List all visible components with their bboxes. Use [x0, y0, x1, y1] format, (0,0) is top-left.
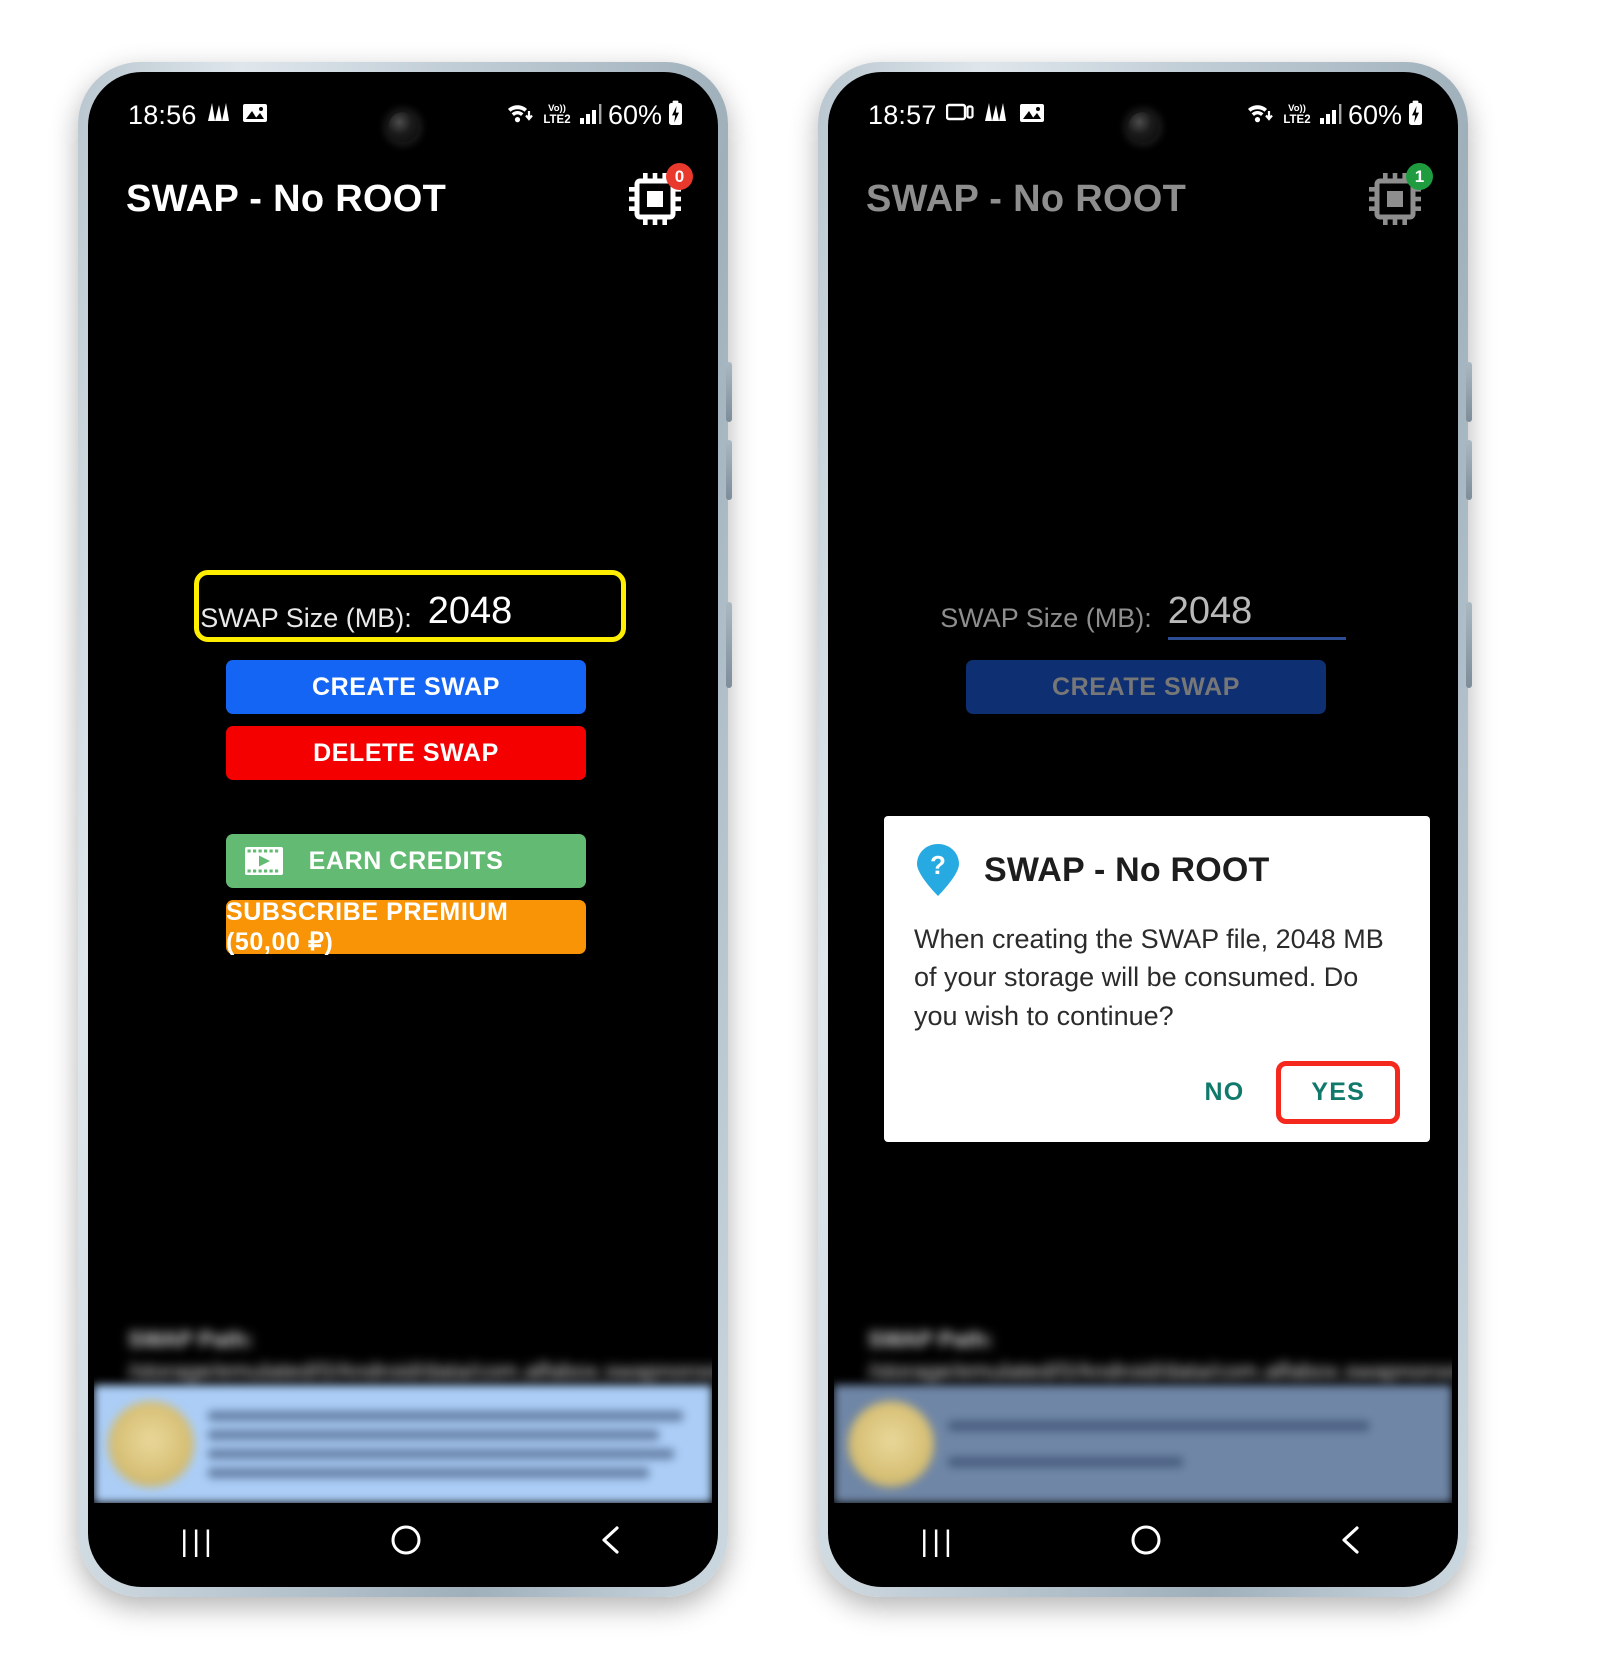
subscribe-premium-label: SUBSCRIBE PREMIUM (50,00 ₽)	[226, 897, 509, 956]
system-nav-bar: |||	[834, 1503, 1452, 1581]
swap-size-input[interactable]: 2048	[1167, 590, 1346, 640]
battery-percent: 60%	[1347, 99, 1402, 130]
dialog-message: When creating the SWAP file, 2048 MB of …	[914, 924, 1384, 1031]
svg-text:Vo)): Vo))	[1288, 103, 1306, 114]
create-swap-button[interactable]: CREATE SWAP	[226, 660, 586, 714]
wifi-icon	[505, 101, 535, 130]
status-bar: 18:56 Vo)) LTE2 60%	[94, 78, 712, 152]
cpu-status-button[interactable]: 1	[1364, 163, 1433, 230]
battery-charging-icon	[667, 100, 684, 131]
dialog-yes-button[interactable]: YES	[1303, 1074, 1373, 1111]
volume-up-button[interactable]	[726, 362, 732, 422]
cpu-badge-count: 1	[1406, 163, 1433, 190]
power-button[interactable]	[726, 602, 732, 688]
swap-path-value: /storage/emulated/0/Android/data/com.alf…	[128, 1358, 712, 1384]
phone-bezel: 18:57 Vo)) LTE2 60% SWAP - No ROOT 1 SWA…	[828, 72, 1458, 1587]
screenshot-stage: 18:56 Vo)) LTE2 60% SWAP - No ROOT 0 SWA…	[0, 0, 1600, 1659]
phone-right: 18:57 Vo)) LTE2 60% SWAP - No ROOT 1 SWA…	[818, 62, 1472, 1597]
dialog-title: SWAP - No ROOT	[984, 850, 1270, 889]
status-bar-right: Vo)) LTE2 60%	[505, 100, 684, 131]
volume-down-button[interactable]	[726, 440, 732, 500]
dialog-header: ? SWAP - No ROOT	[914, 842, 1400, 898]
swap-size-row: SWAP Size (MB): 2048	[834, 590, 1452, 640]
music-waveform-icon	[206, 101, 233, 130]
main-content: SWAP Size (MB): 2048 CREATE SWAP ? SWAP …	[834, 242, 1452, 1581]
image-icon	[242, 102, 268, 129]
swap-path-info: SWAP Path: /storage/emulated/0/Android/d…	[868, 1327, 1452, 1385]
nav-recents-button[interactable]: |||	[920, 1525, 955, 1559]
swap-size-label: SWAP Size (MB):	[940, 603, 1152, 633]
earn-credits-button[interactable]: EARN CREDITS	[226, 834, 586, 888]
create-swap-label: CREATE SWAP	[311, 672, 501, 701]
phone-bezel: 18:56 Vo)) LTE2 60% SWAP - No ROOT 0 SWA…	[88, 72, 718, 1587]
image-icon	[1019, 102, 1045, 129]
ad-logo-icon	[108, 1401, 194, 1487]
system-nav-bar: |||	[94, 1503, 712, 1581]
dialog-no-button[interactable]: NO	[1184, 1066, 1264, 1119]
cpu-badge-count: 0	[666, 163, 693, 190]
nav-back-button[interactable]	[1336, 1523, 1366, 1562]
main-content: SWAP Size (MB): 2048 CREATE SWAP DELETE …	[94, 242, 712, 1581]
signal-bars-icon	[579, 101, 603, 130]
create-swap-label: CREATE SWAP	[1051, 672, 1241, 701]
earn-credits-label: EARN CREDITS	[308, 846, 504, 875]
svg-text:Vo)): Vo))	[548, 103, 566, 114]
subscribe-premium-button[interactable]: SUBSCRIBE PREMIUM (50,00 ₽)	[226, 897, 586, 956]
wifi-icon	[1245, 101, 1275, 130]
status-time: 18:57	[868, 99, 937, 130]
nav-back-button[interactable]	[596, 1523, 626, 1562]
swap-path-label: SWAP Path:	[868, 1327, 994, 1352]
cpu-status-button[interactable]: 0	[624, 163, 693, 230]
status-bar-left: 18:57	[868, 100, 1045, 131]
swap-size-input[interactable]: 2048	[427, 590, 606, 640]
phone-screen: 18:57 Vo)) LTE2 60% SWAP - No ROOT 1 SWA…	[834, 78, 1452, 1581]
battery-charging-icon	[1407, 100, 1424, 131]
battery-percent: 60%	[607, 99, 662, 130]
help-question-pin-icon: ?	[914, 842, 962, 898]
volume-up-button[interactable]	[1466, 362, 1472, 422]
app-bar: SWAP - No ROOT 0	[94, 156, 712, 242]
swap-size-label: SWAP Size (MB):	[200, 603, 412, 633]
volte-lte2-icon: Vo)) LTE2	[540, 100, 574, 131]
status-bar-right: Vo)) LTE2 60%	[1245, 100, 1424, 131]
status-bar-left: 18:56	[128, 100, 268, 131]
create-swap-button[interactable]: CREATE SWAP	[966, 660, 1326, 714]
app-bar: SWAP - No ROOT 1	[834, 156, 1452, 242]
power-button[interactable]	[1466, 602, 1472, 688]
ad-banner[interactable]	[834, 1385, 1452, 1503]
page-title: SWAP - No ROOT	[866, 177, 1187, 220]
ad-logo-icon	[848, 1401, 934, 1487]
ad-text-lines	[208, 1402, 698, 1487]
svg-text:LTE2: LTE2	[543, 114, 570, 126]
volume-down-button[interactable]	[1466, 440, 1472, 500]
svg-text:?: ?	[930, 850, 946, 880]
delete-swap-label: DELETE SWAP	[313, 738, 499, 767]
nav-home-button[interactable]	[389, 1523, 423, 1562]
status-bar: 18:57 Vo)) LTE2 60%	[834, 78, 1452, 152]
ad-banner[interactable]	[94, 1385, 712, 1503]
svg-text:LTE2: LTE2	[1283, 114, 1310, 126]
swap-path-label: SWAP Path:	[128, 1327, 254, 1352]
signal-bars-icon	[1319, 101, 1343, 130]
video-film-icon	[244, 846, 284, 876]
screen-record-icon	[945, 102, 974, 129]
highlight-box-yes-button: YES	[1276, 1060, 1400, 1124]
volte-lte2-icon: Vo)) LTE2	[1280, 100, 1314, 131]
swap-path-value: /storage/emulated/0/Android/data/com.alf…	[868, 1358, 1452, 1384]
confirm-dialog: ? SWAP - No ROOT When creating the SWAP …	[884, 816, 1430, 1142]
swap-path-info: SWAP Path: /storage/emulated/0/Android/d…	[128, 1327, 712, 1385]
delete-swap-button[interactable]: DELETE SWAP	[226, 726, 586, 780]
nav-home-button[interactable]	[1129, 1523, 1163, 1562]
ad-text-lines	[948, 1412, 1438, 1476]
page-title: SWAP - No ROOT	[126, 177, 447, 220]
nav-recents-button[interactable]: |||	[180, 1525, 215, 1559]
music-waveform-icon	[983, 101, 1010, 130]
swap-size-row: SWAP Size (MB): 2048	[94, 590, 712, 640]
phone-left: 18:56 Vo)) LTE2 60% SWAP - No ROOT 0 SWA…	[78, 62, 732, 1597]
phone-screen: 18:56 Vo)) LTE2 60% SWAP - No ROOT 0 SWA…	[94, 78, 712, 1581]
dialog-actions: NO YES	[914, 1060, 1400, 1124]
status-time: 18:56	[128, 99, 197, 130]
